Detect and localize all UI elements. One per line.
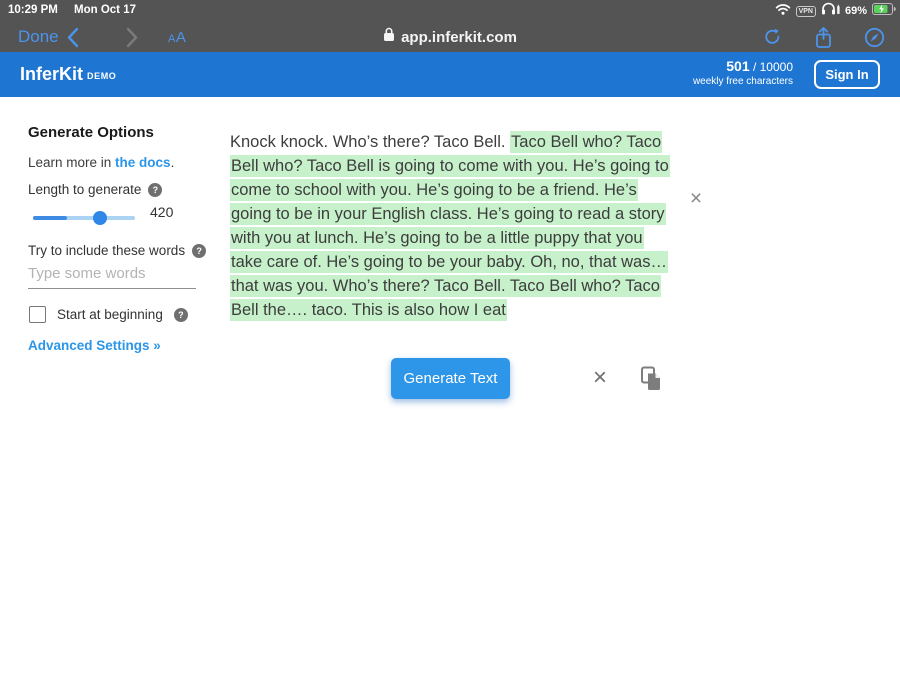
- safari-toolbar: Done AA app.inferkit.com: [0, 22, 900, 52]
- length-value: 420: [150, 204, 174, 220]
- checkbox-help-icon[interactable]: ?: [173, 307, 188, 322]
- generated-text-highlight: Taco Bell who? Taco Bell who? Taco Bell …: [230, 131, 670, 321]
- start-at-beginning-checkbox[interactable]: [29, 306, 46, 323]
- quota-total: / 10000: [749, 60, 793, 74]
- docs-link[interactable]: the docs: [115, 155, 171, 170]
- brand-name: InferKit: [20, 64, 83, 84]
- share-icon[interactable]: [811, 25, 835, 49]
- slider-fill: [33, 216, 67, 220]
- battery-percent: 69%: [844, 5, 867, 17]
- include-label-row: Try to include these words ?: [28, 243, 207, 258]
- lock-icon: [383, 27, 395, 47]
- status-icons: VPN 69%: [775, 2, 896, 20]
- length-label-row: Length to generate ?: [28, 182, 163, 197]
- clock: 10:29 PM: [8, 4, 58, 16]
- status-bar: 10:29 PM Mon Oct 17 VPN 69%: [0, 0, 900, 22]
- clear-text-button[interactable]: ×: [587, 364, 613, 392]
- advanced-settings-link[interactable]: Advanced Settings »: [28, 338, 161, 353]
- dismiss-highlight-button[interactable]: ×: [685, 186, 707, 212]
- vpn-badge: VPN: [795, 5, 816, 17]
- date: Mon Oct 17: [74, 4, 136, 16]
- battery-icon: [872, 2, 896, 20]
- site-header: InferKit DEMO 501 / 10000 weekly free cha…: [0, 52, 900, 97]
- include-label: Try to include these words: [28, 243, 186, 258]
- learn-more-text: Learn more in the docs.: [28, 155, 174, 170]
- headphones-icon: [821, 2, 840, 20]
- url-text: app.inferkit.com: [401, 28, 517, 46]
- brand-demo-tag: DEMO: [87, 71, 117, 81]
- start-at-beginning-row: Start at beginning ?: [29, 306, 188, 323]
- checkbox-label: Start at beginning: [57, 307, 163, 322]
- include-words-input[interactable]: [28, 262, 196, 289]
- quota-caption: weekly free characters: [692, 75, 793, 87]
- wifi-icon: [775, 2, 791, 20]
- sidebar-title: Generate Options: [28, 124, 154, 141]
- browser-chrome: 10:29 PM Mon Oct 17 VPN 69% Done AA app.…: [0, 0, 900, 52]
- screen: 10:29 PM Mon Oct 17 VPN 69% Done AA app.…: [0, 0, 900, 675]
- copy-icon[interactable]: [638, 364, 664, 392]
- prompt-text: Knock knock. Who’s there? Taco Bell.: [230, 133, 511, 151]
- length-label: Length to generate: [28, 182, 142, 197]
- reload-icon[interactable]: [760, 25, 784, 49]
- length-help-icon[interactable]: ?: [148, 182, 163, 197]
- toolbar-right: [760, 25, 886, 49]
- tabs-compass-icon[interactable]: [862, 25, 886, 49]
- learn-more-suffix: .: [170, 155, 175, 170]
- include-help-icon[interactable]: ?: [192, 243, 207, 258]
- quota-used: 501: [726, 58, 750, 74]
- brand-logo[interactable]: InferKit DEMO: [20, 64, 116, 85]
- slider-thumb[interactable]: [93, 211, 107, 225]
- learn-more-prefix: Learn more in: [28, 155, 116, 170]
- sign-in-button[interactable]: Sign In: [814, 60, 880, 89]
- quota-counter: 501 / 10000 weekly free characters: [693, 58, 793, 88]
- generate-text-button[interactable]: Generate Text: [391, 358, 510, 399]
- text-editor[interactable]: Knock knock. Who’s there? Taco Bell. Tac…: [230, 130, 671, 322]
- slider-track[interactable]: [33, 216, 135, 220]
